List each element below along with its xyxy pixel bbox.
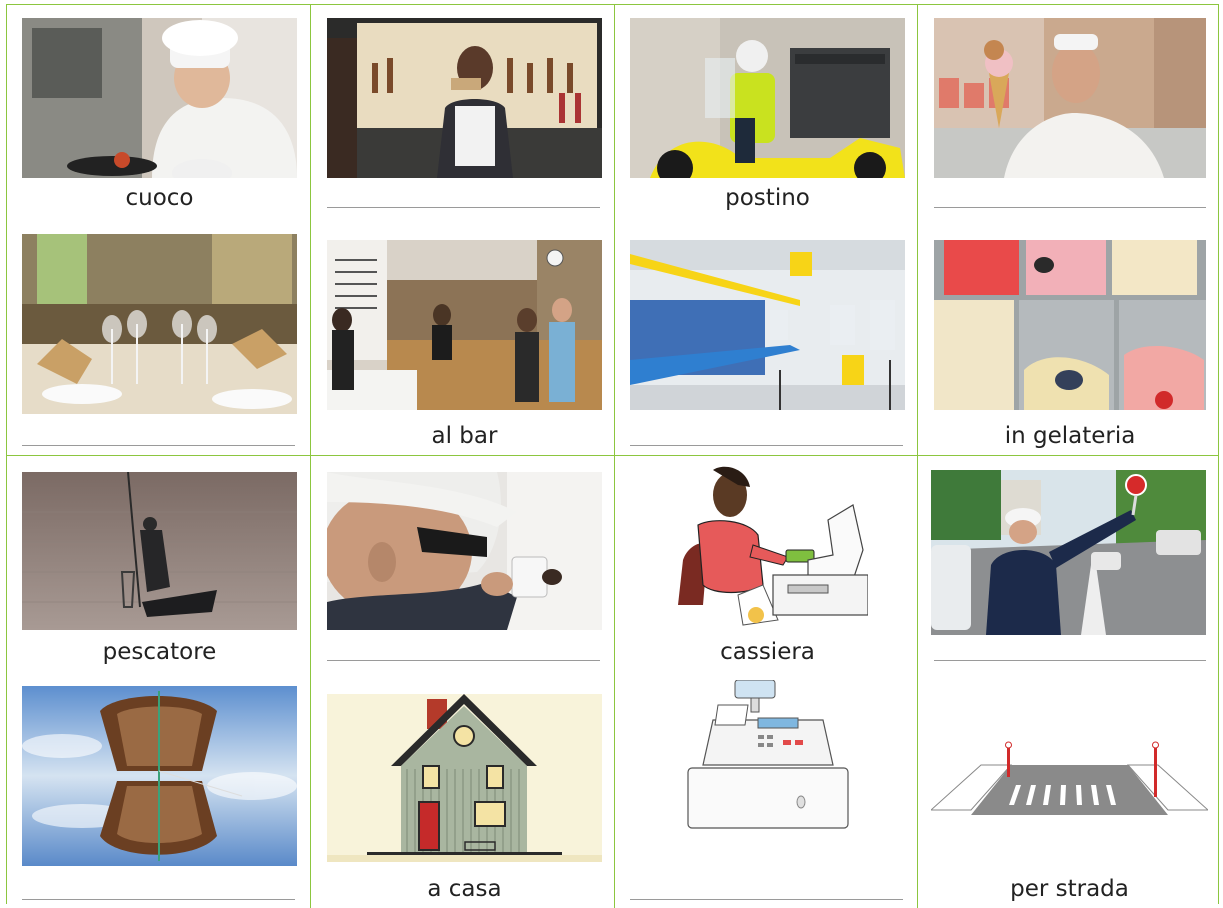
cashier-illustration — [668, 465, 868, 633]
chef-photo — [22, 18, 297, 178]
row-divider — [6, 455, 1219, 456]
column-divider — [310, 4, 311, 908]
boat-photo — [22, 686, 297, 866]
answer-blank[interactable] — [934, 660, 1206, 661]
fisherman-photo — [22, 472, 297, 630]
electrician-photo — [327, 472, 602, 630]
barista-photo — [327, 18, 602, 178]
cash-register-illustration — [683, 680, 853, 835]
card-label: per strada — [1010, 876, 1129, 902]
card-label: cassiera — [720, 639, 815, 665]
postman-photo — [630, 18, 905, 178]
house-illustration — [327, 694, 602, 862]
answer-blank[interactable] — [22, 445, 295, 446]
answer-blank[interactable] — [327, 660, 600, 661]
answer-blank[interactable] — [22, 899, 295, 900]
answer-blank[interactable] — [630, 445, 903, 446]
answer-blank[interactable] — [327, 207, 600, 208]
column-divider — [614, 4, 615, 908]
column-divider — [917, 4, 918, 908]
card-label: in gelateria — [1004, 423, 1136, 449]
restaurant-photo — [22, 234, 297, 414]
crosswalk-illustration — [931, 735, 1208, 820]
traffic-officer-photo — [931, 470, 1206, 635]
card-label: cuoco — [125, 185, 194, 211]
gelato-maker-photo — [934, 18, 1206, 178]
card-label: a casa — [427, 876, 502, 902]
card-label: al bar — [431, 423, 498, 449]
answer-blank[interactable] — [630, 899, 903, 900]
gelato-display-photo — [934, 240, 1206, 410]
card-label: postino — [725, 185, 810, 211]
card-label: pescatore — [102, 639, 217, 665]
cafe-bar-photo — [327, 240, 602, 410]
post-office-photo — [630, 240, 905, 410]
answer-blank[interactable] — [934, 207, 1206, 208]
